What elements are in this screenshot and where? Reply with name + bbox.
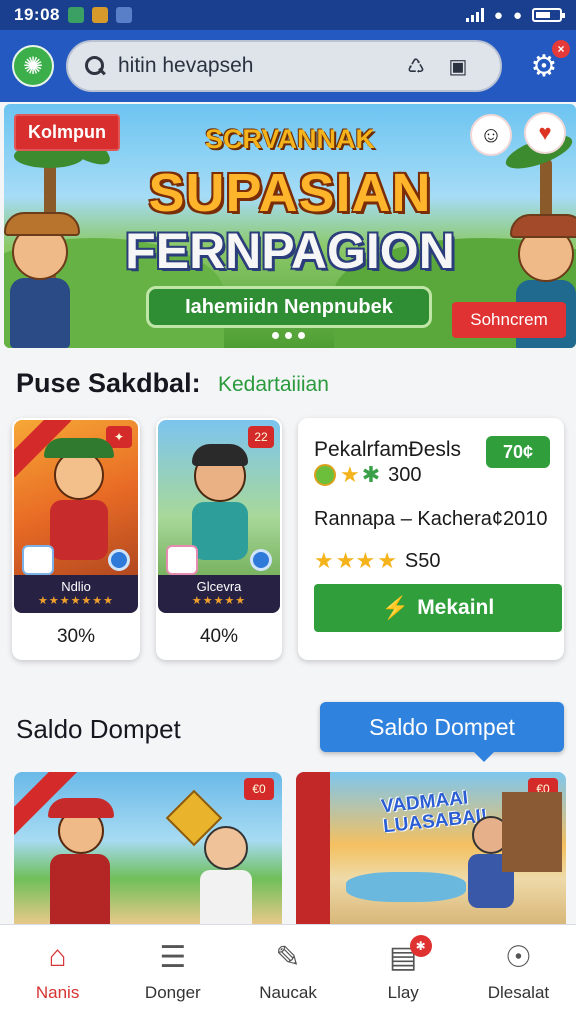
app-logo-icon[interactable]: ✺ [12,45,54,87]
star-icon: ★ [314,548,334,573]
battery-icon [532,8,565,22]
star-icon: ★ [377,548,397,573]
menu-icon: ☰ [159,940,187,974]
section-subtitle-featured[interactable]: Kedartaiiian [218,373,329,397]
settings-gear-icon[interactable]: ⚙ × [524,40,570,86]
leaf-icon: ✱ [361,462,381,487]
game-stars: ★★★★★★★ [37,595,115,607]
info-points: 300 [388,463,422,486]
game-play-icon[interactable] [108,549,130,571]
star-icon: ★★ [335,548,376,573]
info-badge: 70¢ [486,436,550,468]
promo-card-2[interactable]: €0 VADMAAI LUASABAI! [296,772,566,924]
nav-item-menu[interactable]: ☰ Donger [115,925,230,1024]
lightning-icon: ⚡ [381,595,410,620]
banner-title-line2: FERNPAGION [125,223,455,279]
carousel-dots[interactable] [272,332,305,339]
home-icon: ⌂ [48,940,67,973]
section-title-wallet: Saldo Dompet [16,714,181,744]
user-icon: ☉ [504,940,532,974]
cellular-signal-icon [465,8,484,22]
search-icon [84,55,106,77]
game-thumb-icon [166,545,198,575]
game-label: Ndlio [61,579,91,594]
info-price: S50 [404,549,441,572]
info-action-label: Mekainl [417,596,495,619]
nav-item-calendar[interactable]: ▤ ✱ Llay [346,925,461,1024]
wifi-icon: ● [493,6,503,24]
nav-label: Nanis [35,983,80,1002]
nav-label: Naucak [259,983,317,1002]
bottom-navigation: ⌂ Nanis ☰ Donger ✎ Naucak ▤ ✱ Llay ☉ Dle… [0,924,576,1024]
notification-badge: ✱ [409,935,432,957]
search-bar[interactable]: ♺ ▣ [66,40,502,92]
game-thumb-icon [22,545,54,575]
banner-title-line1: SUPASIAN [148,163,432,223]
nav-item-profile[interactable]: ☉ Dlesalat [461,925,576,1024]
promo-card-1[interactable]: €0 [14,772,282,924]
status-bar: 19:08 ● ● [0,0,576,30]
scan-icon[interactable]: ▣ [444,52,472,80]
app-header: ✺ ♺ ▣ ⚙ × [0,30,576,102]
search-input[interactable] [118,54,388,78]
banner-side-button[interactable]: Sohncrem [452,302,566,338]
nav-label: Llay [387,983,419,1002]
settings-alert-badge: × [552,40,570,58]
nav-item-home[interactable]: ⌂ Nanis [0,925,115,1024]
game-corner-badge: 22 [248,426,274,448]
banner-cta-button[interactable]: Iahemiidn Nenpnubek [146,286,432,328]
game-card-1[interactable]: ✦ Ndlio ★★★★★★★ 30% [12,418,140,660]
nav-item-tag[interactable]: ✎ Naucak [230,925,345,1024]
nav-label: Donger [144,983,201,1002]
coin-icon [314,464,336,486]
game-notification-icon [91,7,108,23]
status-time: 19:08 [14,5,60,24]
user-lock-icon[interactable]: ♺ [402,52,430,80]
file-notification-icon [115,7,132,23]
wallet-balance-button[interactable]: Saldo Dompet [320,702,564,762]
game-card-2[interactable]: 22 Glcevra ★★★★★ 40% [156,418,282,660]
info-action-button[interactable]: ⚡ Mekainl [314,584,562,632]
app-notification-icon [67,7,84,23]
game-label: Glcevra [196,579,242,594]
game-stars: ★★★★★ [191,595,247,607]
banner-subtitle: SCRVANNAK [204,124,375,154]
tag-icon: ✎ [275,940,301,974]
info-title: PekalrfamÐesls [314,438,462,461]
hero-banner[interactable]: Kolmpun ☺ ♥ SCRVANNAK SUPASIAN FERNPAGIO… [4,104,576,348]
game-play-icon[interactable] [250,549,272,571]
info-subtitle: Rannapa – Kachera¢2010 [314,508,548,530]
game-percent: 40% [199,626,239,647]
promo-corner-badge: €0 [244,778,274,800]
wifi-secondary-icon: ● [512,6,522,24]
section-title-featured: Puse Sakdbal: [16,368,201,398]
game-percent: 30% [56,626,96,647]
game-info-card[interactable]: PekalrfamÐesls 70¢ ★ ✱ 300 Rannapa – Kac… [298,418,564,660]
star-icon: ★ [340,462,360,487]
nav-label: Dlesalat [487,983,550,1002]
